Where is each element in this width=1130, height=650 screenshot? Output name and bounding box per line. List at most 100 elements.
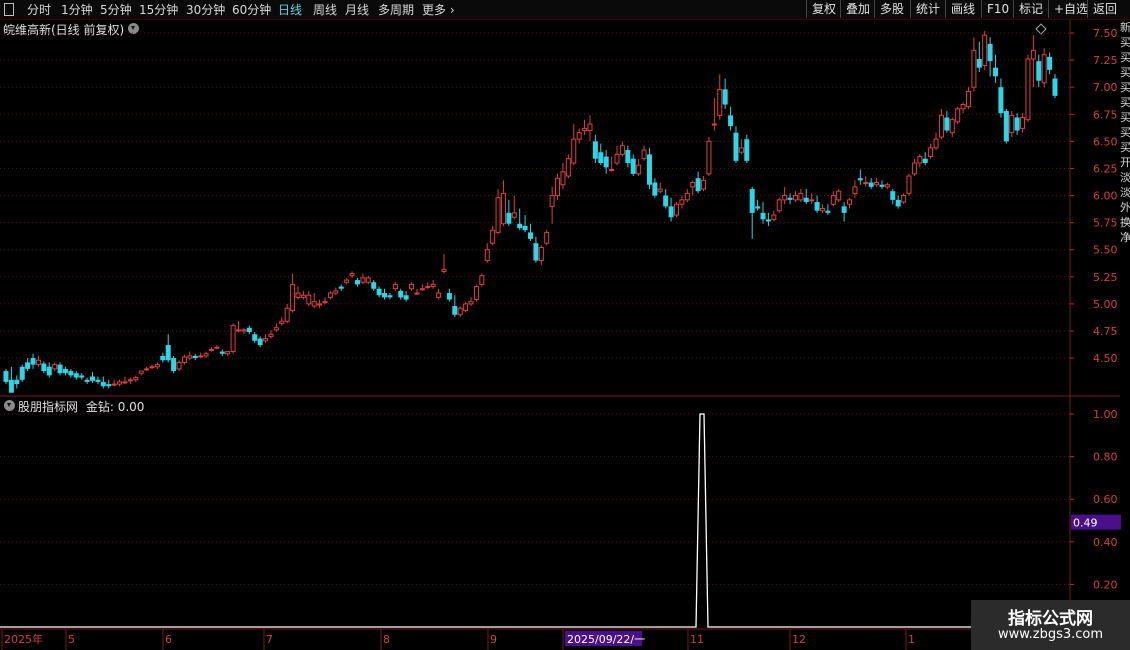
candle-body-down [976,59,982,68]
candle-body-up [560,171,566,186]
right-strip-char: 买 [1120,141,1130,154]
candle-body-up [225,351,231,355]
candle-body-down [695,178,701,192]
candle-body-up [327,292,333,298]
candle-body-down [841,206,847,213]
candle-body-down [90,376,96,381]
candle-body-up [187,355,193,359]
candle-body-down [446,293,452,300]
candle-body-down [895,199,901,207]
candle-body-up [906,175,912,194]
candle-body-down [528,232,533,239]
y-tick-label: 4.50 [1093,352,1118,365]
candle-body-up [349,273,355,277]
candle-body-down [62,368,68,374]
right-strip-char: 买 [1120,111,1130,124]
candle-body-up [322,301,328,304]
x-tick-label: 2025年 [4,632,43,646]
y-tick-label: 7.25 [1093,54,1118,67]
candle-body-up [203,353,209,357]
candle-body-down [171,358,177,372]
candle-body-down [630,158,636,174]
y-tick-label: 6.25 [1093,162,1118,175]
candle-body-up [571,138,577,164]
candle-body-up [511,212,517,218]
candle-body-down [868,182,874,187]
candle-body-down [106,384,112,387]
candle-body-up [901,195,907,203]
candle-body-up [430,283,436,288]
right-strip-char: 买 [1120,51,1130,64]
candle-body-up [609,169,615,172]
candle-body-down [68,371,74,376]
candle-body-up [582,127,588,132]
candle-body-down [73,373,79,378]
candle-body-down [382,293,388,298]
x-tick-label: 8 [383,633,390,646]
candle-body-down [219,351,225,354]
candle-body-down [25,362,31,369]
y-tick-label: 5.25 [1093,271,1118,284]
candle-body-up [300,294,306,298]
candle-body-down [8,379,14,393]
candle-body-down [338,286,344,289]
candle-body-up [306,294,312,305]
candle-body-up [1009,114,1015,134]
candle-body-up [333,290,339,294]
candle-body-down [84,379,90,382]
candle-body-down [354,280,360,285]
candle-body-down [1047,56,1053,70]
candle-body-down [663,195,669,207]
candle-body-up [127,379,133,382]
candle-body-down [1003,111,1009,142]
candle-body-up [717,88,723,116]
candle-body-down [522,225,528,231]
candle-body-up [852,186,858,194]
candle-body-up [409,283,415,290]
candle-body-up [538,247,544,262]
candle-body-up [965,91,971,108]
candle-body-up [311,301,317,307]
candle-body-up [938,114,944,138]
candle-body-down [403,295,409,300]
candle-body-down [371,282,377,289]
candle-body-down [100,381,106,387]
candle-body-up [971,49,977,88]
candle-body-down [192,355,198,359]
y-tick-label: 6.00 [1093,190,1118,203]
candlestick-chart: 7.50 7.25 7.00 6.75 6.50 6.25 6.00 5.75 5.50 5.25… [0,20,1121,650]
candle-body-up [982,34,988,67]
candle-body-up [468,301,474,305]
candle-body-up [955,108,961,123]
candle-body-down [825,210,831,213]
right-strip-char: 淡 [1120,186,1130,199]
candle-body-up [576,132,582,140]
candle-body-up [673,203,679,216]
candle-body-up [706,140,712,175]
candle-body-down [890,191,896,200]
candle-body-down [506,212,512,224]
candle-body-up [154,364,160,368]
candle-body-up [52,364,58,370]
candle-body-down [652,182,658,196]
y-tick-label: 6.75 [1093,108,1118,121]
candle-body-down [733,132,739,161]
candle-body-down [1014,117,1020,131]
candle-body-up [117,381,123,385]
candle-body-up [392,283,398,290]
candle-body-up [208,348,214,351]
candle-body-up [792,195,798,201]
candle-body-down [744,139,750,161]
candle-body-up [701,179,707,190]
candle-body-down [998,87,1004,114]
right-strip-char: 买 [1120,126,1130,139]
candle-body-up [230,325,236,353]
candle-body-down [533,243,539,261]
candle-body-up [949,119,955,134]
candle-body-down [944,117,950,131]
candle-body-down [625,150,631,164]
right-strip-char: 换 [1120,216,1130,229]
candle-body-up [874,182,880,186]
candle-body-up [636,164,642,175]
right-panel-strip: 新买买买买买买买买开淡淡外换净 [1120,20,1130,400]
